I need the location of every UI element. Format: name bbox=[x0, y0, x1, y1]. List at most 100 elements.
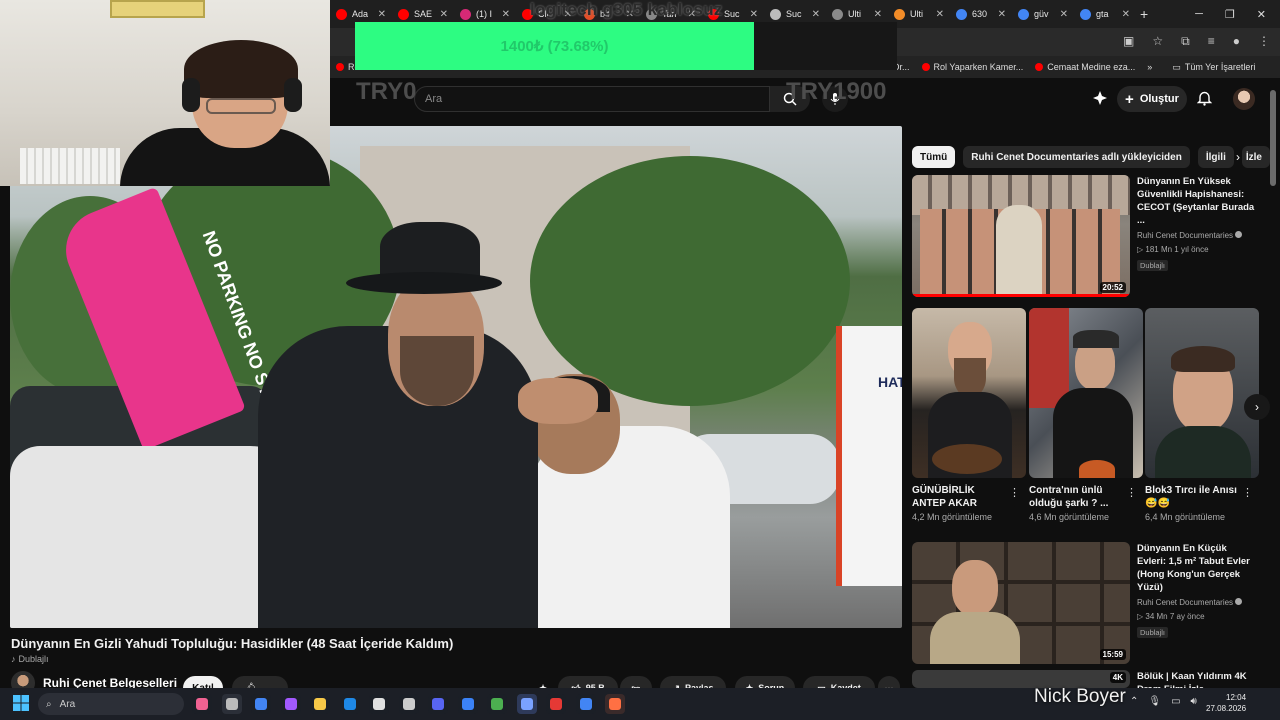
opera-gx-icon[interactable] bbox=[546, 694, 566, 714]
short-item[interactable]: GÜNÜBİRLİK ANTEP AKAR 4,2 Mn görüntüleme… bbox=[912, 308, 1026, 522]
edge-icon[interactable] bbox=[339, 694, 360, 714]
news-app-icon[interactable] bbox=[192, 694, 212, 714]
short-thumbnail[interactable] bbox=[1145, 308, 1259, 478]
media-icon[interactable]: ≡ bbox=[1208, 34, 1215, 49]
chevron-up-icon[interactable]: ⌃ bbox=[1130, 696, 1138, 707]
copilot-icon[interactable] bbox=[280, 694, 301, 714]
microphone-icon[interactable]: 🎙︎ bbox=[1148, 696, 1161, 707]
recommended-video[interactable]: 15:59 Dünyanın En Küçük Evleri: 1,5 m² T… bbox=[912, 542, 1258, 666]
minecraft-icon[interactable] bbox=[487, 694, 507, 714]
streamer-name-overlay: Nick Boyer bbox=[1034, 686, 1126, 707]
discord-icon[interactable] bbox=[428, 694, 448, 714]
browser-tab[interactable]: 630 ✕ bbox=[950, 0, 1012, 28]
new-tab-button[interactable]: + bbox=[1140, 6, 1148, 22]
short-title[interactable]: Blok3 Tırcı ile Anısı 😅😅 bbox=[1145, 484, 1241, 510]
close-tab-icon[interactable]: ✕ bbox=[502, 9, 510, 20]
volume-icon[interactable]: 🔊︎ bbox=[1191, 696, 1197, 707]
bookmarks-overflow-button[interactable]: » bbox=[1141, 62, 1158, 72]
extensions-icon[interactable]: ⧉ bbox=[1181, 34, 1190, 49]
stream-title-overlay: logitech g305 kablosuz bbox=[530, 0, 723, 19]
app-icon[interactable] bbox=[457, 694, 478, 714]
quality-badge: 4K bbox=[1109, 672, 1126, 683]
account-avatar[interactable] bbox=[1233, 88, 1255, 110]
more-options-icon[interactable]: ⋮ bbox=[1242, 486, 1253, 499]
short-thumbnail[interactable] bbox=[912, 308, 1026, 478]
close-tab-icon[interactable]: ✕ bbox=[750, 9, 758, 20]
filter-chips: Tümü Ruhi Cenet Documentaries adlı yükley… bbox=[912, 146, 1270, 168]
tab-label: gta bbox=[1096, 9, 1109, 19]
more-options-icon[interactable]: ⋮ bbox=[1126, 486, 1137, 499]
folder-icon[interactable] bbox=[310, 694, 330, 714]
create-button[interactable]: + Oluştur bbox=[1117, 86, 1187, 112]
close-tab-icon[interactable]: ✕ bbox=[998, 9, 1006, 20]
shorts-shelf: GÜNÜBİRLİK ANTEP AKAR 4,2 Mn görüntüleme… bbox=[912, 308, 1259, 534]
all-bookmarks-button[interactable]: ▭ Tüm Yer İşaretleri bbox=[1166, 62, 1261, 73]
bookmark-item[interactable]: Cemaat Medine eza... bbox=[1029, 62, 1141, 72]
close-tab-icon[interactable]: ✕ bbox=[936, 9, 944, 20]
short-item[interactable]: Blok3 Tırcı ile Anısı 😅😅 6,4 Mn görüntül… bbox=[1145, 308, 1259, 522]
taskbar-clock[interactable]: 12:04 27.08.2026 bbox=[1206, 692, 1246, 714]
filter-chip[interactable]: İlgili bbox=[1197, 146, 1234, 168]
cast-icon[interactable]: ▣ bbox=[1123, 34, 1134, 49]
chrome-icon[interactable] bbox=[251, 694, 271, 714]
donation-goal-bar: 1400₺ (73.68%) bbox=[355, 22, 754, 70]
video-player[interactable]: NO PARKING NO STANDING HAT bbox=[10, 126, 902, 628]
video-thumbnail[interactable]: 15:59 bbox=[912, 542, 1130, 664]
premium-gift-icon[interactable] bbox=[1092, 90, 1108, 106]
profile-icon[interactable]: ● bbox=[1233, 34, 1240, 49]
short-thumbnail[interactable] bbox=[1029, 308, 1143, 478]
more-options-icon[interactable]: ⋮ bbox=[1009, 486, 1020, 499]
youtube-icon bbox=[921, 63, 930, 71]
notifications-bell-icon[interactable] bbox=[1197, 90, 1212, 106]
bookmark-item[interactable]: Rol Yaparken Kamer... bbox=[916, 62, 1030, 72]
recommended-video-title[interactable]: Dünyanın En Küçük Evleri: 1,5 m² Tabut E… bbox=[1137, 542, 1257, 594]
taskbar-search[interactable]: ⌕ Ara bbox=[38, 693, 184, 715]
soundcloud-icon[interactable] bbox=[605, 694, 625, 714]
close-tab-icon[interactable]: ✕ bbox=[874, 9, 882, 20]
short-title[interactable]: GÜNÜBİRLİK ANTEP AKAR bbox=[912, 484, 1008, 510]
steam-icon[interactable] bbox=[398, 694, 419, 714]
menu-icon[interactable]: ⋮ bbox=[1258, 34, 1270, 49]
headphones bbox=[182, 78, 200, 112]
filter-chip[interactable]: İzle bbox=[1241, 146, 1270, 168]
close-tab-icon[interactable]: ✕ bbox=[440, 9, 448, 20]
browser-tab[interactable]: güv ✕ bbox=[1012, 0, 1074, 28]
close-tab-icon[interactable]: ✕ bbox=[1122, 9, 1130, 20]
close-tab-icon[interactable]: ✕ bbox=[1060, 9, 1068, 20]
dubbed-badge: Dublajlı bbox=[1137, 627, 1169, 638]
short-item[interactable]: Contra'nın ünlü olduğu şarkı ? ... 4,6 M… bbox=[1029, 308, 1143, 522]
short-title[interactable]: Contra'nın ünlü olduğu şarkı ? ... bbox=[1029, 484, 1125, 510]
dubbed-icon: ♪ bbox=[11, 654, 16, 664]
app-icon[interactable] bbox=[369, 694, 389, 714]
vpn-icon[interactable] bbox=[516, 694, 537, 714]
webcam-overlay bbox=[0, 0, 330, 186]
bookmark-star-icon[interactable]: ☆ bbox=[1152, 34, 1163, 49]
restore-button[interactable]: ❐ bbox=[1225, 8, 1235, 21]
video-thumbnail[interactable]: 20:52 bbox=[912, 175, 1130, 297]
windows-start-icon[interactable] bbox=[12, 694, 32, 714]
close-tab-icon[interactable]: ✕ bbox=[812, 9, 820, 20]
chevron-right-icon: › bbox=[1255, 400, 1259, 414]
chevron-right-icon[interactable]: › bbox=[1236, 150, 1240, 164]
browser-tab[interactable]: Ulti ✕ bbox=[888, 0, 950, 28]
close-tab-icon[interactable]: ✕ bbox=[378, 9, 386, 20]
recommended-video[interactable]: 20:52 Dünyanın En Yüksek Güvenlikli Hapi… bbox=[912, 175, 1258, 299]
browser-tab[interactable]: gta ✕ bbox=[1074, 0, 1136, 28]
close-window-button[interactable]: ✕ bbox=[1257, 8, 1266, 21]
folder-icon: ▭ bbox=[1172, 61, 1181, 72]
page-scrollbar[interactable] bbox=[1270, 90, 1276, 186]
dubbed-badge: ♪ Dublajlı bbox=[11, 654, 49, 664]
recommended-video-title[interactable]: Dünyanın En Yüksek Güvenlikli Hapishanes… bbox=[1137, 175, 1257, 227]
recommended-video-meta: ▷ 181 Mn 1 yıl önce bbox=[1137, 245, 1209, 254]
network-icon[interactable]: ▭ bbox=[1171, 696, 1180, 707]
watched-progress bbox=[912, 294, 1130, 297]
file-explorer-icon[interactable] bbox=[221, 694, 242, 714]
search-input[interactable]: Ara bbox=[414, 86, 770, 112]
filter-chip[interactable]: Ruhi Cenet Documentaries adlı yükleyicid… bbox=[963, 146, 1190, 168]
chrome-icon[interactable] bbox=[575, 694, 596, 714]
filter-chip[interactable]: Tümü bbox=[912, 146, 956, 168]
screen: Ada ✕ SAE ✕ (1) I ✕ Cli ✕ bit ✕ Tan ✕ Suc ✕ Suc ✕ Ulti ✕ U… bbox=[0, 0, 1280, 720]
minimize-button[interactable]: ─ bbox=[1195, 8, 1203, 21]
tab-label: SAE bbox=[414, 9, 433, 19]
shorts-next-button[interactable]: › bbox=[1244, 394, 1270, 420]
